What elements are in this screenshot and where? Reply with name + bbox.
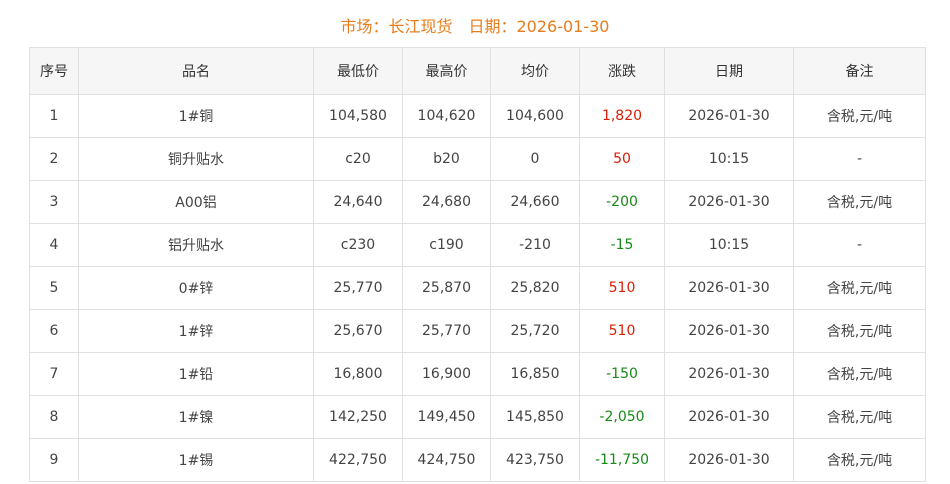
cell-low-price: 104,580 xyxy=(313,94,403,138)
cell-no: 8 xyxy=(29,395,79,439)
cell-avg-price: 25,820 xyxy=(490,266,580,310)
cell-date: 10:15 xyxy=(664,137,794,181)
date-label: 日期：2026-01-30 xyxy=(468,17,610,36)
cell-name: 1#铅 xyxy=(78,352,314,396)
cell-no: 5 xyxy=(29,266,79,310)
header-high: 最高价 xyxy=(402,47,491,95)
cell-name: 铜升贴水 xyxy=(78,137,314,181)
cell-note: 含税,元/吨 xyxy=(793,309,926,353)
cell-low-price: 25,670 xyxy=(313,309,403,353)
table-row: 4 铝升贴水 c230 c190 -210 -15 10:15- xyxy=(29,223,926,267)
table-row: 3 A00铝 24,640 24,680 24,660 -200 2026-01-30 含税,… xyxy=(29,180,926,224)
price-table: 序号 品名 最低价 最高价 均价 涨跌 日期 备注 1 1#铜 104,580 104… xyxy=(29,47,926,482)
cell-name: A00铝 xyxy=(78,180,314,224)
cell-change: -200 xyxy=(579,180,665,224)
cell-high-price: 149,450 xyxy=(402,395,491,439)
table-row: 9 1#锡 422,750 424,750 423,750 -11,750 2026-01-… xyxy=(29,438,926,482)
cell-date: 2026-01-30 xyxy=(664,94,794,138)
cell-note: 含税,元/吨 xyxy=(793,94,926,138)
table-body: 1 1#铜 104,580 104,620 104,600 1,820 2026-01-30… xyxy=(29,94,926,482)
header-date: 日期 xyxy=(664,47,794,95)
cell-name: 1#锌 xyxy=(78,309,314,353)
cell-no: 9 xyxy=(29,438,79,482)
cell-high-price: b20 xyxy=(402,137,491,181)
header-note: 备注 xyxy=(793,47,926,95)
header-low: 最低价 xyxy=(313,47,403,95)
table-header: 序号 品名 最低价 最高价 均价 涨跌 日期 备注 xyxy=(29,47,926,95)
cell-note: 含税,元/吨 xyxy=(793,438,926,482)
cell-note: 含税,元/吨 xyxy=(793,180,926,224)
cell-avg-price: 145,850 xyxy=(490,395,580,439)
cell-name: 铝升贴水 xyxy=(78,223,314,267)
cell-change: 50 xyxy=(579,137,665,181)
cell-date: 2026-01-30 xyxy=(664,395,794,439)
table-row: 8 1#镍 142,250 149,450 145,850 -2,050 2026-01-3… xyxy=(29,395,926,439)
cell-avg-price: 423,750 xyxy=(490,438,580,482)
cell-no: 3 xyxy=(29,180,79,224)
cell-change: -2,050 xyxy=(579,395,665,439)
cell-avg-price: 24,660 xyxy=(490,180,580,224)
header-name: 品名 xyxy=(78,47,314,95)
cell-note: 含税,元/吨 xyxy=(793,395,926,439)
cell-high-price: 424,750 xyxy=(402,438,491,482)
cell-high-price: c190 xyxy=(402,223,491,267)
cell-change: 510 xyxy=(579,266,665,310)
cell-low-price: c230 xyxy=(313,223,403,267)
cell-high-price: 25,870 xyxy=(402,266,491,310)
cell-avg-price: 104,600 xyxy=(490,94,580,138)
table-row: 6 1#锌 25,670 25,770 25,720 510 2026-01-30 含税,元/… xyxy=(29,309,926,353)
cell-low-price: 16,800 xyxy=(313,352,403,396)
market-label: 市场：长江现货 xyxy=(340,17,453,36)
cell-date: 2026-01-30 xyxy=(664,180,794,224)
cell-no: 1 xyxy=(29,94,79,138)
cell-change: -150 xyxy=(579,352,665,396)
cell-no: 2 xyxy=(29,137,79,181)
cell-low-price: 142,250 xyxy=(313,395,403,439)
cell-low-price: c20 xyxy=(313,137,403,181)
page-title: 市场：长江现货 日期：2026-01-30 xyxy=(0,14,950,40)
header-no: 序号 xyxy=(29,47,79,95)
cell-low-price: 24,640 xyxy=(313,180,403,224)
cell-change: 1,820 xyxy=(579,94,665,138)
cell-note: - xyxy=(793,137,926,181)
table-row: 5 0#锌 25,770 25,870 25,820 510 2026-01-30 含税,元/… xyxy=(29,266,926,310)
cell-date: 2026-01-30 xyxy=(664,352,794,396)
cell-high-price: 104,620 xyxy=(402,94,491,138)
cell-high-price: 24,680 xyxy=(402,180,491,224)
cell-change: -11,750 xyxy=(579,438,665,482)
cell-avg-price: 16,850 xyxy=(490,352,580,396)
cell-note: 含税,元/吨 xyxy=(793,352,926,396)
header-change: 涨跌 xyxy=(579,47,665,95)
cell-no: 7 xyxy=(29,352,79,396)
cell-low-price: 25,770 xyxy=(313,266,403,310)
cell-date: 2026-01-30 xyxy=(664,438,794,482)
cell-date: 10:15 xyxy=(664,223,794,267)
cell-name: 1#铜 xyxy=(78,94,314,138)
cell-name: 1#镍 xyxy=(78,395,314,439)
cell-note: - xyxy=(793,223,926,267)
cell-avg-price: 0 xyxy=(490,137,580,181)
cell-avg-price: 25,720 xyxy=(490,309,580,353)
cell-date: 2026-01-30 xyxy=(664,309,794,353)
cell-name: 0#锌 xyxy=(78,266,314,310)
cell-change: 510 xyxy=(579,309,665,353)
table-row: 2 铜升贴水 c20 b20 0 50 10:15- xyxy=(29,137,926,181)
cell-avg-price: -210 xyxy=(490,223,580,267)
cell-note: 含税,元/吨 xyxy=(793,266,926,310)
cell-high-price: 16,900 xyxy=(402,352,491,396)
table-row: 7 1#铅 16,800 16,900 16,850 -150 2026-01-30 含税,元… xyxy=(29,352,926,396)
cell-low-price: 422,750 xyxy=(313,438,403,482)
header-row: 序号 品名 最低价 最高价 均价 涨跌 日期 备注 xyxy=(29,47,926,95)
cell-date: 2026-01-30 xyxy=(664,266,794,310)
cell-no: 4 xyxy=(29,223,79,267)
cell-change: -15 xyxy=(579,223,665,267)
cell-high-price: 25,770 xyxy=(402,309,491,353)
cell-no: 6 xyxy=(29,309,79,353)
cell-name: 1#锡 xyxy=(78,438,314,482)
header-avg: 均价 xyxy=(490,47,580,95)
table-row: 1 1#铜 104,580 104,620 104,600 1,820 2026-01-30… xyxy=(29,94,926,138)
